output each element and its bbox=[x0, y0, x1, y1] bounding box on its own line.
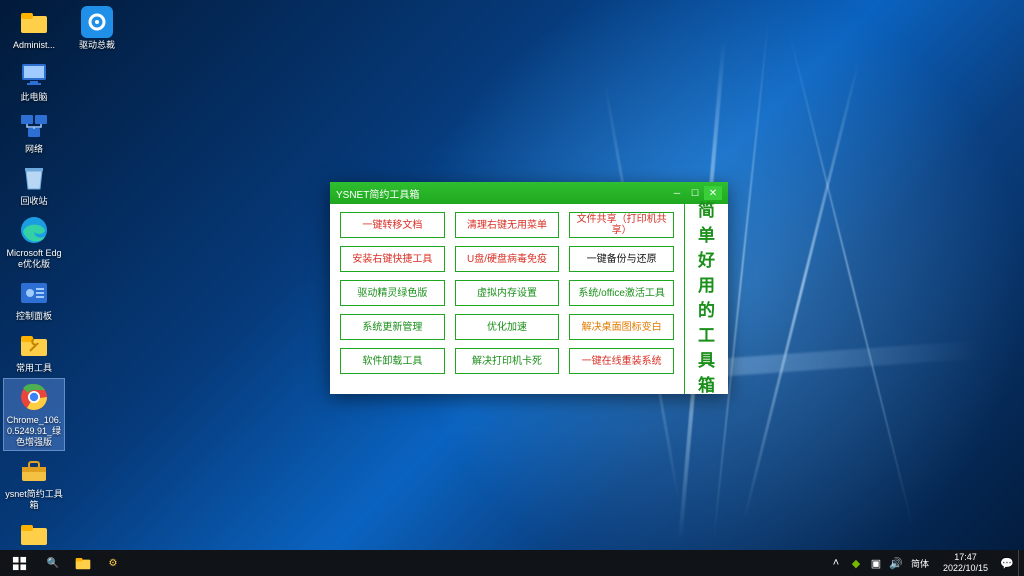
desktop-icon-administrator[interactable]: Administ... bbox=[4, 4, 64, 53]
tray-notifications-icon[interactable]: 💬 bbox=[1000, 556, 1014, 570]
icon-label: Administ... bbox=[13, 40, 55, 51]
icon-label: 此电脑 bbox=[20, 92, 47, 103]
taskbar: 🔍 ⚙ ˄ ◆ ▣ 🔊 简体 17:47 2022/10/15 💬 bbox=[0, 550, 1024, 576]
gear-app-icon bbox=[81, 6, 113, 38]
desktop-icon-common-tools[interactable]: 常用工具 bbox=[4, 327, 64, 376]
desktop-icon-driver-master[interactable]: 驱动总裁 bbox=[67, 4, 127, 53]
aside-char: 好 bbox=[698, 248, 715, 273]
tool-fix-white-icons[interactable]: 解决桌面图标变白 bbox=[569, 314, 674, 340]
icon-label: 网络 bbox=[25, 144, 43, 155]
tool-driver-genius[interactable]: 驱动精灵绿色版 bbox=[340, 280, 445, 306]
system-tray: ˄ ◆ ▣ 🔊 简体 17:47 2022/10/15 💬 bbox=[825, 550, 1018, 576]
clock-time: 17:47 bbox=[943, 552, 988, 563]
tool-optimize[interactable]: 优化加速 bbox=[455, 314, 560, 340]
clock-date: 2022/10/15 bbox=[943, 563, 988, 574]
tray-security-icon[interactable]: ▣ bbox=[869, 556, 883, 570]
tray-ime[interactable]: 简体 bbox=[909, 557, 931, 570]
aside-char: 具 bbox=[698, 348, 715, 373]
desktop-icon-ysnet[interactable]: ysnet简约工具箱 bbox=[4, 453, 64, 513]
icon-label: 控制面板 bbox=[16, 311, 52, 322]
tray-volume-icon[interactable]: 🔊 bbox=[889, 556, 903, 570]
tool-backup-restore[interactable]: 一键备份与还原 bbox=[569, 246, 674, 272]
aside-char: 简 bbox=[698, 198, 715, 223]
icon-label: Chrome_106.0.5249.91_绿色增强版 bbox=[5, 415, 63, 448]
desktop-icons: Administ... 驱动总裁 此电脑 网络 回收站 Microsoft Ed… bbox=[4, 4, 127, 576]
tool-clean-contextmenu[interactable]: 清理右键无用菜单 bbox=[455, 212, 560, 238]
tray-nvidia-icon[interactable]: ◆ bbox=[849, 556, 863, 570]
folder-icon bbox=[74, 554, 92, 572]
tool-file-share[interactable]: 文件共享（打印机共享） bbox=[569, 212, 674, 238]
tool-install-context[interactable]: 安装右键快捷工具 bbox=[340, 246, 445, 272]
titlebar[interactable]: YSNET简约工具箱 bbox=[330, 182, 728, 204]
taskbar-explorer[interactable] bbox=[68, 550, 98, 576]
recycle-bin-icon bbox=[18, 162, 50, 194]
aside-char: 工 bbox=[698, 323, 715, 348]
gear-icon: ⚙ bbox=[109, 558, 118, 569]
desktop-icon-edge[interactable]: Microsoft Edge优化版 bbox=[4, 212, 64, 272]
taskbar-settings[interactable]: ⚙ bbox=[98, 550, 128, 576]
toolbox-icon bbox=[18, 455, 50, 487]
aside-char: 的 bbox=[698, 298, 715, 323]
icon-label: 驱动总裁 bbox=[79, 40, 115, 51]
icon-label: 回收站 bbox=[20, 196, 47, 207]
aside-slogan: 简 单 好 用 的 工 具 箱 bbox=[684, 204, 728, 394]
desktop-icon-control-panel[interactable]: 控制面板 bbox=[4, 275, 64, 324]
tools-folder-icon bbox=[18, 518, 50, 550]
tool-update-mgr[interactable]: 系统更新管理 bbox=[340, 314, 445, 340]
icon-label: Microsoft Edge优化版 bbox=[5, 248, 63, 270]
minimize-button[interactable] bbox=[668, 186, 686, 200]
search-icon: 🔍 bbox=[47, 558, 59, 569]
tool-grid: 一键转移文档 清理右键无用菜单 文件共享（打印机共享） 安装右键快捷工具 U盘/… bbox=[330, 204, 684, 394]
app-window: YSNET简约工具箱 一键转移文档 清理右键无用菜单 文件共享（打印机共享） 安… bbox=[330, 182, 728, 394]
chrome-icon bbox=[18, 381, 50, 413]
aside-char: 单 bbox=[698, 223, 715, 248]
pc-icon bbox=[18, 58, 50, 90]
icon-label: ysnet简约工具箱 bbox=[5, 489, 63, 511]
user-folder-icon bbox=[18, 6, 50, 38]
tool-activation[interactable]: 系统/office激活工具 bbox=[569, 280, 674, 306]
tool-reinstall-os[interactable]: 一键在线重装系统 bbox=[569, 348, 674, 374]
desktop-icon-this-pc[interactable]: 此电脑 bbox=[4, 56, 64, 105]
tool-move-docs[interactable]: 一键转移文档 bbox=[340, 212, 445, 238]
show-desktop-button[interactable] bbox=[1018, 550, 1024, 576]
desktop-icon-recycle-bin[interactable]: 回收站 bbox=[4, 160, 64, 209]
aside-char: 箱 bbox=[698, 373, 715, 398]
tool-fix-printer[interactable]: 解决打印机卡死 bbox=[455, 348, 560, 374]
taskbar-search[interactable]: 🔍 bbox=[38, 550, 68, 576]
window-title: YSNET简约工具箱 bbox=[336, 186, 668, 201]
network-icon bbox=[18, 110, 50, 142]
icon-label: 常用工具 bbox=[16, 363, 52, 374]
aside-char: 用 bbox=[698, 273, 715, 298]
tools-folder-icon bbox=[18, 329, 50, 361]
desktop-icon-network[interactable]: 网络 bbox=[4, 108, 64, 157]
tool-uninstaller[interactable]: 软件卸载工具 bbox=[340, 348, 445, 374]
desktop-icon-chrome[interactable]: Chrome_106.0.5249.91_绿色增强版 bbox=[4, 379, 64, 450]
tool-virtual-memory[interactable]: 虚拟内存设置 bbox=[455, 280, 560, 306]
start-button[interactable] bbox=[0, 550, 38, 576]
tool-usb-immunize[interactable]: U盘/硬盘病毒免疫 bbox=[455, 246, 560, 272]
tray-clock[interactable]: 17:47 2022/10/15 bbox=[937, 552, 994, 574]
control-panel-icon bbox=[18, 277, 50, 309]
tray-chevron-up-icon[interactable]: ˄ bbox=[829, 556, 843, 570]
edge-icon bbox=[18, 214, 50, 246]
